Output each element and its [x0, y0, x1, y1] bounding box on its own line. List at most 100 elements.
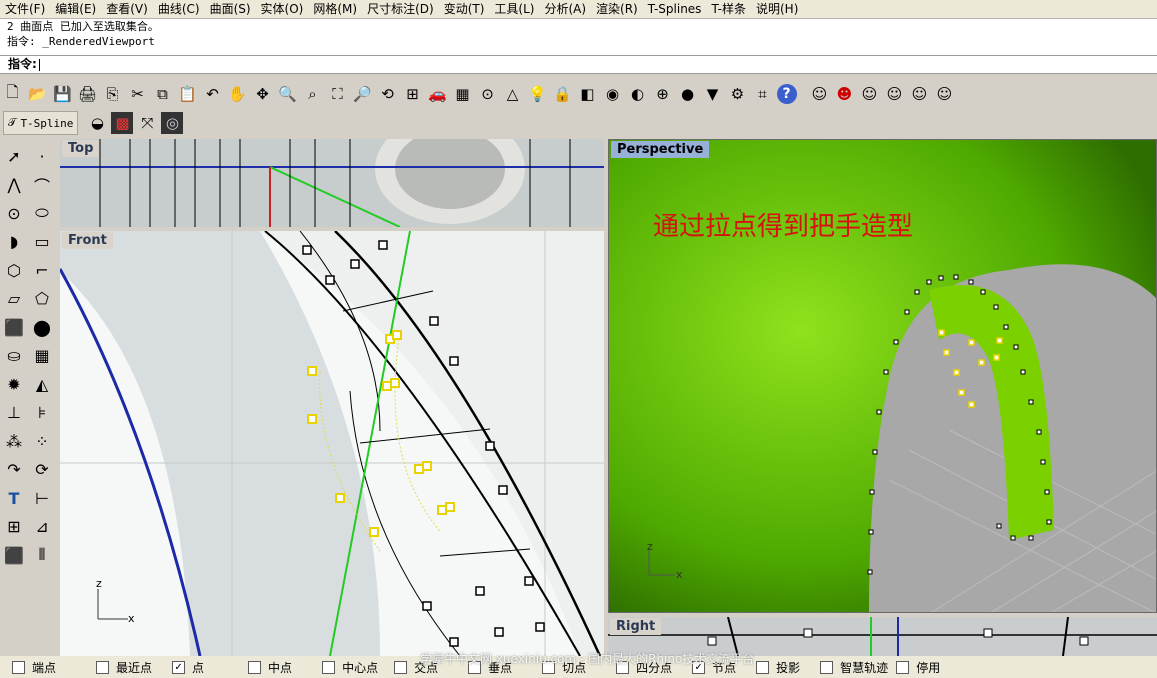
osnap-mid[interactable]: 中点: [248, 659, 292, 676]
point-icon[interactable]: ·: [30, 144, 54, 168]
viewport-title-front[interactable]: Front: [62, 232, 113, 249]
mirror-icon[interactable]: ⟳: [30, 458, 54, 482]
menu-tools[interactable]: 工具(L): [489, 0, 539, 18]
shapes-icon[interactable]: △: [502, 83, 524, 105]
move-view-icon[interactable]: ✥: [252, 83, 274, 105]
paste-icon[interactable]: 📋: [177, 83, 199, 105]
zoom-dynamic-icon[interactable]: 🔍: [277, 83, 299, 105]
face-icon[interactable]: ☺: [809, 83, 831, 105]
viewport-title-right[interactable]: Right: [610, 618, 662, 635]
copy-icon[interactable]: ⧉: [152, 83, 174, 105]
pan-hand-icon[interactable]: ✋: [227, 83, 249, 105]
osnap-end[interactable]: 端点: [12, 659, 56, 676]
fillet-curve-icon[interactable]: ⌐: [30, 258, 54, 282]
checkbox[interactable]: [394, 660, 408, 674]
save-icon[interactable]: 💾: [52, 83, 74, 105]
mesh-sphere-icon[interactable]: ⊕: [652, 83, 674, 105]
rectangle-icon[interactable]: ▭: [30, 230, 54, 254]
lock-icon[interactable]: 🔒: [552, 83, 574, 105]
axes-icon[interactable]: ⤧: [136, 112, 158, 134]
ellipse-icon[interactable]: ⬭: [30, 201, 54, 225]
checkbox[interactable]: [96, 660, 110, 674]
light-bulb-icon[interactable]: 💡: [527, 83, 549, 105]
checkbox[interactable]: [12, 660, 25, 674]
scale-icon[interactable]: ⊿: [30, 515, 54, 539]
color-wheel-icon[interactable]: ◉: [602, 83, 624, 105]
tspline-tab[interactable]: 𝒯 T-Spline: [3, 111, 79, 135]
four-viewports-icon[interactable]: ⊞: [402, 83, 424, 105]
layer-icon[interactable]: ◧: [577, 83, 599, 105]
face-icon[interactable]: ☺: [859, 83, 881, 105]
menu-solid[interactable]: 实体(O): [256, 0, 309, 18]
point-snap-icon[interactable]: ⊙: [477, 83, 499, 105]
arc-icon[interactable]: ◗: [2, 230, 26, 254]
viewport-title-top[interactable]: Top: [62, 140, 100, 157]
block-icon[interactable]: ⊞: [2, 515, 26, 539]
checkbox[interactable]: [820, 660, 834, 674]
face-icon[interactable]: ☺: [934, 83, 956, 105]
spotlight-icon[interactable]: ▼: [702, 83, 724, 105]
menu-file[interactable]: 文件(F): [0, 0, 50, 18]
checkbox[interactable]: [896, 660, 910, 674]
face-red-icon[interactable]: ☻: [834, 83, 856, 105]
menu-tsplines[interactable]: T-Splines: [643, 0, 707, 18]
tspline-sphere-icon[interactable]: ◒: [86, 112, 108, 134]
cut-icon[interactable]: ✂: [127, 83, 149, 105]
osnap-near[interactable]: 最近点: [96, 659, 152, 676]
menu-edit[interactable]: 编辑(E): [50, 0, 101, 18]
rotate-view-icon[interactable]: ⟲: [377, 83, 399, 105]
speaker-icon[interactable]: ◎: [161, 112, 184, 134]
boolean-icon[interactable]: ◭: [30, 372, 54, 396]
osnap-smarttrack[interactable]: 智慧轨迹: [820, 659, 888, 676]
menu-dimension[interactable]: 尺寸标注(D): [362, 0, 439, 18]
text-icon[interactable]: T: [2, 486, 26, 510]
settings-gear-icon[interactable]: ⚙: [727, 83, 749, 105]
zoom-window-icon[interactable]: ⌕: [302, 83, 324, 105]
menu-view[interactable]: 查看(V): [101, 0, 153, 18]
menu-surface[interactable]: 曲面(S): [205, 0, 256, 18]
explode-icon[interactable]: ✹: [2, 372, 26, 396]
checkbox[interactable]: [322, 660, 336, 674]
osnap-center[interactable]: 中心点: [322, 659, 378, 676]
surface-icon[interactable]: ▱: [2, 287, 26, 311]
car-icon[interactable]: 🚗: [427, 83, 449, 105]
sphere-icon[interactable]: ⬤: [30, 315, 54, 339]
menu-transform[interactable]: 变动(T): [439, 0, 490, 18]
polygon-icon[interactable]: ⬡: [2, 258, 26, 282]
checkbox[interactable]: [756, 660, 770, 674]
zoom-selected-icon[interactable]: 🔎: [352, 83, 374, 105]
cylinder-icon[interactable]: ⛀: [2, 344, 26, 368]
front-viewport[interactable]: z x Front: [60, 231, 604, 656]
select-arrow-icon[interactable]: ➚: [2, 144, 26, 168]
align-icon[interactable]: ⊧: [30, 401, 54, 425]
rotate-icon[interactable]: ↷: [2, 458, 26, 482]
mesh-icon[interactable]: ▦: [30, 344, 54, 368]
viewport-title-perspective[interactable]: Perspective: [611, 141, 710, 158]
checkbox[interactable]: ✓: [172, 660, 186, 674]
group-icon[interactable]: ⁂: [2, 429, 26, 453]
checkbox[interactable]: [248, 660, 262, 674]
curve-icon[interactable]: ⌒: [30, 173, 54, 197]
solid-box-icon[interactable]: ⬛: [2, 543, 26, 567]
render-sphere-icon[interactable]: ●: [677, 83, 699, 105]
osnap-project[interactable]: 投影: [756, 659, 800, 676]
menu-analyze[interactable]: 分析(A): [539, 0, 591, 18]
osnap-disable[interactable]: 停用: [896, 659, 940, 676]
box-icon[interactable]: ⬛: [2, 315, 26, 339]
grid-plane-icon[interactable]: ▦: [452, 83, 474, 105]
move-icon[interactable]: ⊥: [2, 401, 26, 425]
undo-icon[interactable]: ↶: [202, 83, 224, 105]
circle-icon[interactable]: ⊙: [2, 201, 26, 225]
menu-render[interactable]: 渲染(R): [591, 0, 643, 18]
layout-icon[interactable]: ⌗: [752, 83, 774, 105]
face-icon[interactable]: ☺: [884, 83, 906, 105]
print-icon[interactable]: 🖨: [77, 83, 99, 105]
command-line[interactable]: 指令:: [0, 55, 1157, 74]
face-icon[interactable]: ☺: [909, 83, 931, 105]
menu-help[interactable]: 说明(H): [751, 0, 803, 18]
array-icon[interactable]: ⁘: [30, 429, 54, 453]
menu-curve[interactable]: 曲线(C): [153, 0, 205, 18]
history-icon[interactable]: ⫴: [30, 543, 54, 567]
menu-mesh[interactable]: 网格(M): [308, 0, 362, 18]
open-folder-icon[interactable]: 📂: [27, 83, 49, 105]
